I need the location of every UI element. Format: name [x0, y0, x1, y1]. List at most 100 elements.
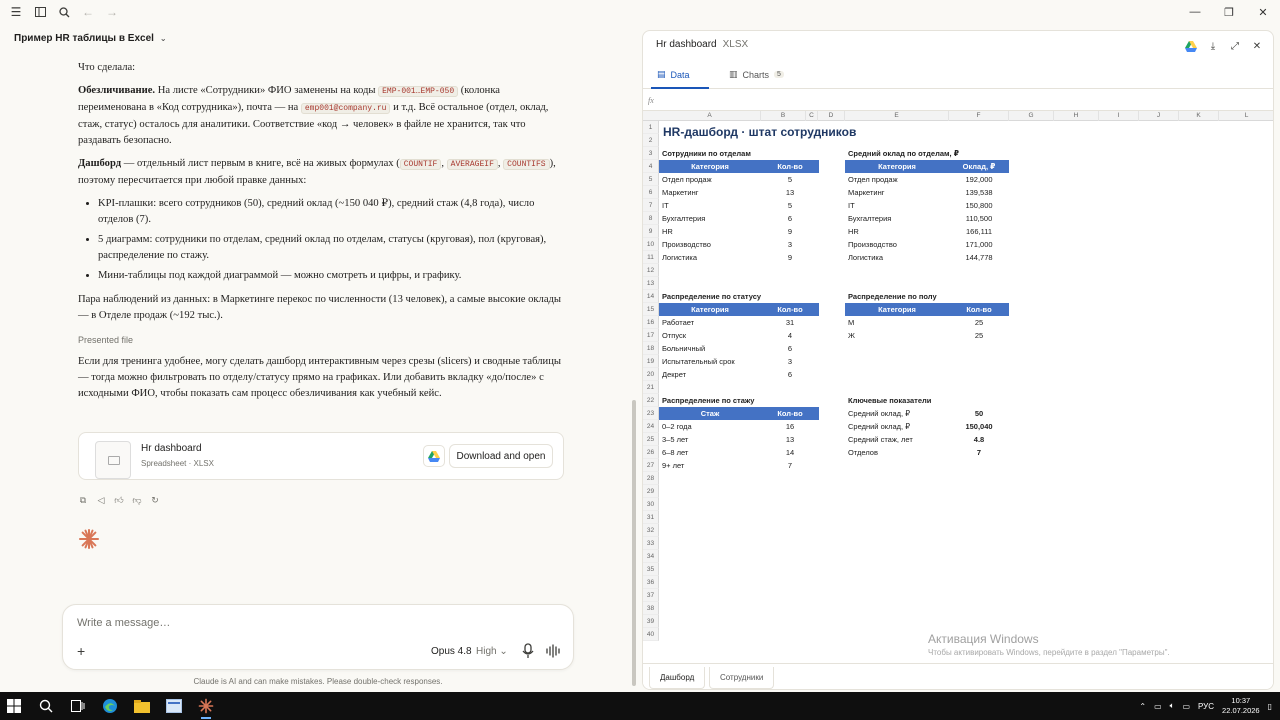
download-open-button[interactable]: Download and open: [449, 444, 553, 468]
row-number[interactable]: 24: [643, 420, 659, 433]
column-header-b[interactable]: B: [761, 111, 806, 121]
header-cell[interactable]: Оклад, ₽: [949, 160, 1009, 173]
menu-icon[interactable]: ☰: [8, 4, 24, 20]
network-icon[interactable]: ▭: [1154, 702, 1162, 711]
section-title[interactable]: Сотрудники по отделам: [659, 147, 819, 160]
row-number[interactable]: 10: [643, 238, 659, 251]
voice-mode-icon[interactable]: [545, 643, 561, 659]
speaker-icon[interactable]: ◁: [96, 495, 106, 505]
label-cell[interactable]: 9+ лет: [659, 459, 761, 472]
column-header-i[interactable]: I: [1099, 111, 1139, 121]
column-header-h[interactable]: H: [1054, 111, 1099, 121]
volume-icon[interactable]: 🔈︎: [1170, 701, 1175, 711]
google-drive-button[interactable]: [423, 445, 445, 467]
row-number[interactable]: 28: [643, 472, 659, 485]
row-number[interactable]: 19: [643, 355, 659, 368]
value-cell[interactable]: 9: [761, 251, 819, 264]
label-cell[interactable]: 3–5 лет: [659, 433, 761, 446]
kpi-label[interactable]: Средний оклад, ₽: [845, 407, 949, 420]
google-drive-icon[interactable]: [1183, 38, 1199, 54]
row-number[interactable]: 3: [643, 147, 659, 160]
row-number[interactable]: 13: [643, 277, 659, 290]
row-number[interactable]: 6: [643, 186, 659, 199]
back-arrow-icon[interactable]: ←: [80, 4, 96, 20]
sheet-tab-dashboard[interactable]: Дашборд: [649, 667, 706, 689]
label-cell[interactable]: HR: [659, 225, 761, 238]
row-number[interactable]: 16: [643, 316, 659, 329]
label-cell[interactable]: 0–2 года: [659, 420, 761, 433]
spreadsheet-grid[interactable]: ABCDEFGHIJKL 1 2 3 4 5 6 7 8 9 10 11 12 13 14 15 16 17 18…: [643, 111, 1273, 663]
section-title[interactable]: Ключевые показатели: [845, 394, 1009, 407]
kpi-value[interactable]: 4.8: [949, 433, 1009, 446]
value-cell[interactable]: 13: [761, 433, 819, 446]
value-cell[interactable]: 5: [761, 173, 819, 186]
row-number[interactable]: 37: [643, 589, 659, 602]
section-title[interactable]: Распределение по полу: [845, 290, 1009, 303]
search-icon[interactable]: [56, 4, 72, 20]
value-cell[interactable]: 7: [761, 459, 819, 472]
label-cell[interactable]: IT: [845, 199, 949, 212]
chat-scrollbar[interactable]: [632, 400, 636, 686]
section-title[interactable]: Средний оклад по отделам, ₽: [845, 147, 1009, 160]
thumbs-down-icon[interactable]: 👎︎: [132, 495, 142, 505]
value-cell[interactable]: 16: [761, 420, 819, 433]
forward-arrow-icon[interactable]: →: [104, 4, 120, 20]
kpi-label[interactable]: Средний стаж, лет: [845, 433, 949, 446]
message-input[interactable]: [77, 617, 417, 629]
label-cell[interactable]: М: [845, 316, 949, 329]
row-number[interactable]: 5: [643, 173, 659, 186]
row-number[interactable]: 4: [643, 160, 659, 173]
label-cell[interactable]: Бухгалтерия: [659, 212, 761, 225]
app-window-icon[interactable]: [160, 692, 188, 720]
row-number[interactable]: 34: [643, 550, 659, 563]
row-number[interactable]: 22: [643, 394, 659, 407]
sheet-tab-employees[interactable]: Сотрудники: [709, 667, 775, 689]
close-window-button[interactable]: ✕: [1246, 0, 1280, 24]
label-cell[interactable]: IT: [659, 199, 761, 212]
label-cell[interactable]: Логистика: [659, 251, 761, 264]
label-cell[interactable]: Отдел продаж: [845, 173, 949, 186]
value-cell[interactable]: 25: [949, 329, 1009, 342]
header-cell[interactable]: Стаж: [659, 407, 761, 420]
row-number[interactable]: 33: [643, 537, 659, 550]
kpi-value[interactable]: 50: [949, 407, 1009, 420]
value-cell[interactable]: 6: [761, 368, 819, 381]
column-header-e[interactable]: E: [845, 111, 949, 121]
value-cell[interactable]: 171,000: [949, 238, 1009, 251]
header-cell[interactable]: Категория: [659, 160, 761, 173]
row-number[interactable]: 1: [643, 121, 659, 134]
close-icon[interactable]: ✕: [1249, 38, 1265, 54]
value-cell[interactable]: 3: [761, 238, 819, 251]
tab-data[interactable]: ▤ Data: [657, 69, 690, 80]
add-attachment-button[interactable]: +: [77, 643, 93, 659]
value-cell[interactable]: 9: [761, 225, 819, 238]
row-number[interactable]: 2: [643, 134, 659, 147]
value-cell[interactable]: 14: [761, 446, 819, 459]
header-cell[interactable]: Кол-во: [761, 303, 819, 316]
notifications-icon[interactable]: ▯: [1268, 702, 1272, 711]
windows-start-icon[interactable]: [0, 692, 28, 720]
column-header-c[interactable]: C: [806, 111, 818, 121]
column-header-a[interactable]: A: [659, 111, 761, 121]
kpi-value[interactable]: 7: [949, 446, 1009, 459]
search-icon[interactable]: [32, 692, 60, 720]
kpi-value[interactable]: 150,040: [949, 420, 1009, 433]
column-header-k[interactable]: K: [1179, 111, 1219, 121]
row-number[interactable]: 35: [643, 563, 659, 576]
file-card[interactable]: Hr dashboard Spreadsheet · XLSX Download…: [78, 432, 564, 480]
row-number[interactable]: 9: [643, 225, 659, 238]
section-title[interactable]: Распределение по стажу: [659, 394, 819, 407]
row-number[interactable]: 23: [643, 407, 659, 420]
header-cell[interactable]: Категория: [845, 160, 949, 173]
battery-icon[interactable]: ▭: [1182, 702, 1190, 711]
label-cell[interactable]: Отпуск: [659, 329, 761, 342]
header-cell[interactable]: Кол-во: [761, 407, 819, 420]
formula-bar[interactable]: fx: [643, 91, 1273, 111]
column-header-d[interactable]: D: [818, 111, 845, 121]
tab-charts[interactable]: ▥ Charts 5: [729, 69, 784, 80]
value-cell[interactable]: 166,111: [949, 225, 1009, 238]
header-cell[interactable]: Кол-во: [949, 303, 1009, 316]
header-cell[interactable]: Категория: [659, 303, 761, 316]
sidebar-toggle-icon[interactable]: [32, 4, 48, 20]
row-number[interactable]: 15: [643, 303, 659, 316]
